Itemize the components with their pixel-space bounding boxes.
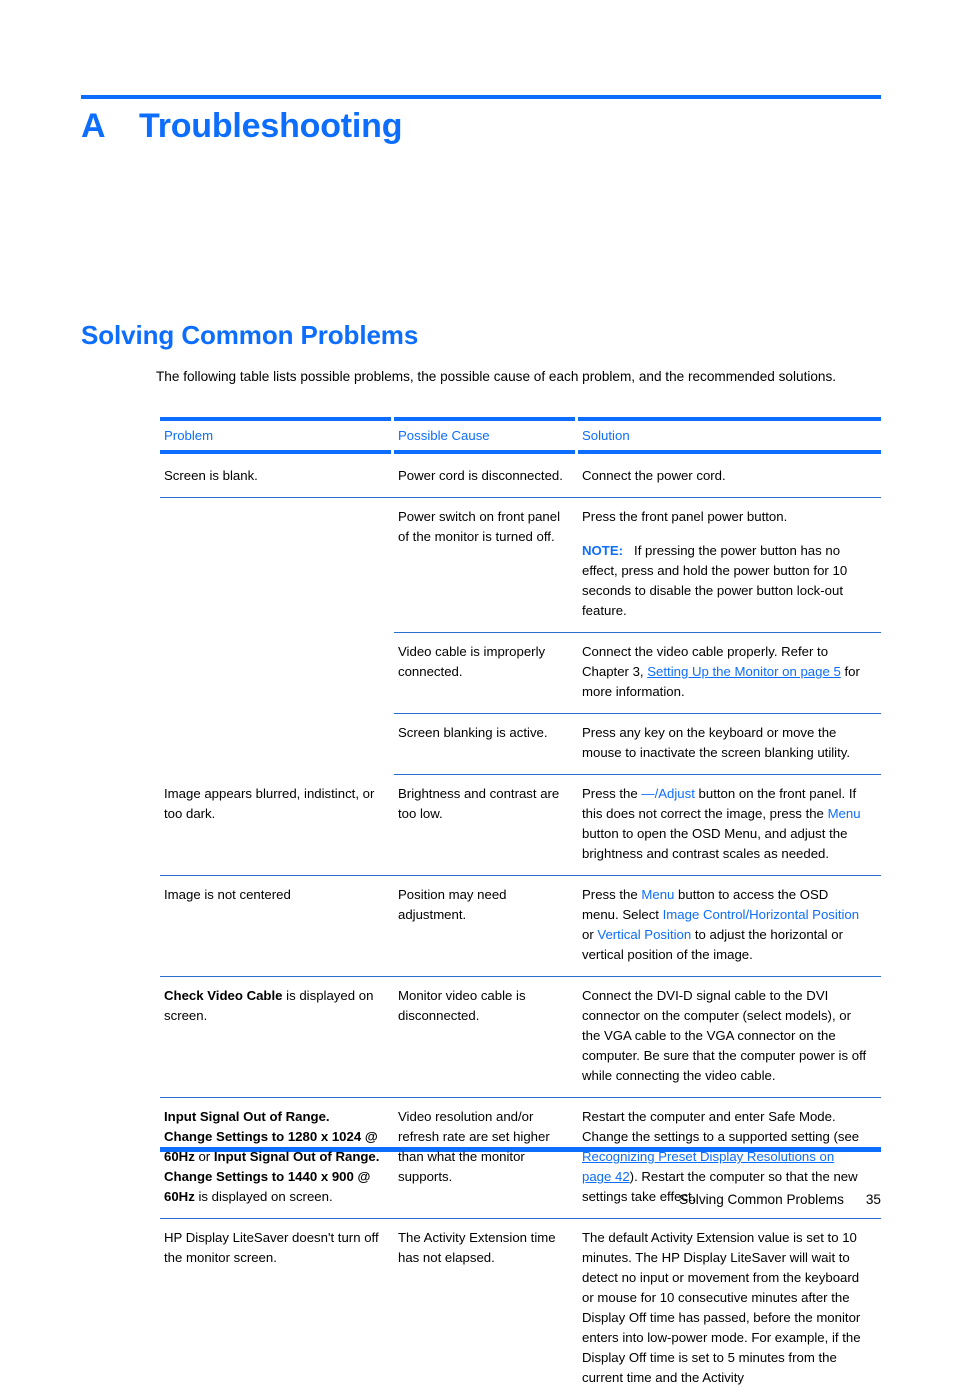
table-row: Check Video Cable is displayed on screen…: [160, 977, 881, 1098]
page-footer: Solving Common Problems 35: [0, 1192, 881, 1207]
problem-text-part: or: [195, 1149, 214, 1164]
table-row: Screen is blank. Power cord is disconnec…: [160, 457, 881, 498]
solution-text-part: Press the: [582, 887, 641, 902]
troubleshooting-table-container: Problem Possible Cause Solution Screen i…: [160, 417, 881, 1399]
chapter-letter: A: [81, 103, 139, 149]
solution-text-part: or: [582, 927, 597, 942]
table-row: HP Display LiteSaver doesn't turn off th…: [160, 1219, 881, 1399]
note-label: NOTE:: [582, 543, 623, 558]
cell-problem: HP Display LiteSaver doesn't turn off th…: [160, 1219, 394, 1399]
cell-solution: Press any key on the keyboard or move th…: [578, 714, 881, 775]
solution-text: Press the front panel power button.: [582, 507, 867, 527]
table-row: Image is not centered Position may need …: [160, 876, 881, 977]
cell-solution: Connect the power cord.: [578, 457, 881, 498]
table-row: Screen blanking is active. Press any key…: [160, 714, 881, 775]
column-header-problem: Problem: [160, 417, 394, 457]
cell-problem: Screen is blank.: [160, 457, 394, 498]
cell-solution: Connect the video cable properly. Refer …: [578, 633, 881, 714]
problem-emphasis: Check Video Cable: [164, 988, 283, 1003]
cell-cause: Monitor video cable is disconnected.: [394, 977, 578, 1098]
table-header-row: Problem Possible Cause Solution: [160, 417, 881, 457]
cell-cause: Power cord is disconnected.: [394, 457, 578, 498]
section-heading: Solving Common Problems: [81, 320, 418, 351]
chapter-top-rule: [81, 95, 881, 99]
ui-label-image-control-horizontal-position: Image Control/Horizontal Position: [663, 907, 859, 922]
ui-label-menu-button: Menu: [828, 806, 861, 821]
column-header-solution: Solution: [578, 417, 881, 457]
cell-solution: Press the Menu button to access the OSD …: [578, 876, 881, 977]
column-header-cause: Possible Cause: [394, 417, 578, 457]
cell-cause: The Activity Extension time has not elap…: [394, 1219, 578, 1399]
cell-solution: Press the front panel power button. NOTE…: [578, 498, 881, 633]
ui-label-adjust-button: —/Adjust: [641, 786, 695, 801]
solution-text-part: Press the: [582, 786, 641, 801]
link-setting-up-the-monitor[interactable]: Setting Up the Monitor on page 5: [647, 664, 841, 679]
table-row: Image appears blurred, indistinct, or to…: [160, 775, 881, 876]
ui-label-menu-button: Menu: [641, 887, 674, 902]
cell-cause: Position may need adjustment.: [394, 876, 578, 977]
cell-solution: Connect the DVI-D signal cable to the DV…: [578, 977, 881, 1098]
cell-problem: [160, 498, 394, 633]
cell-cause: Screen blanking is active.: [394, 714, 578, 775]
note-block: NOTE: If pressing the power button has n…: [582, 541, 867, 621]
cell-problem: Image is not centered: [160, 876, 394, 977]
troubleshooting-table: Problem Possible Cause Solution Screen i…: [160, 417, 881, 1399]
solution-text-part: button to open the OSD Menu, and adjust …: [582, 826, 847, 861]
cell-cause: Power switch on front panel of the monit…: [394, 498, 578, 633]
table-row: Power switch on front panel of the monit…: [160, 498, 881, 633]
cell-problem: Check Video Cable is displayed on screen…: [160, 977, 394, 1098]
footer-page-number: 35: [866, 1192, 881, 1207]
cell-problem: Image appears blurred, indistinct, or to…: [160, 775, 394, 876]
section-intro-paragraph: The following table lists possible probl…: [156, 366, 884, 387]
ui-label-vertical-position: Vertical Position: [597, 927, 691, 942]
cell-problem: [160, 633, 394, 714]
chapter-title-text: Troubleshooting: [139, 107, 402, 145]
table-row: Video cable is improperly connected. Con…: [160, 633, 881, 714]
cell-solution: Press the —/Adjust button on the front p…: [578, 775, 881, 876]
solution-text-part: Restart the computer and enter Safe Mode…: [582, 1109, 859, 1144]
chapter-title: ATroubleshooting: [81, 103, 881, 149]
table-head: Problem Possible Cause Solution: [160, 417, 881, 457]
footer-section-name: Solving Common Problems: [679, 1192, 844, 1207]
cell-cause: Brightness and contrast are too low.: [394, 775, 578, 876]
table-body: Screen is blank. Power cord is disconnec…: [160, 457, 881, 1399]
document-page: ATroubleshooting Solving Common Problems…: [0, 0, 954, 1270]
cell-solution: The default Activity Extension value is …: [578, 1219, 881, 1399]
cell-cause: Video cable is improperly connected.: [394, 633, 578, 714]
cell-problem: [160, 714, 394, 775]
